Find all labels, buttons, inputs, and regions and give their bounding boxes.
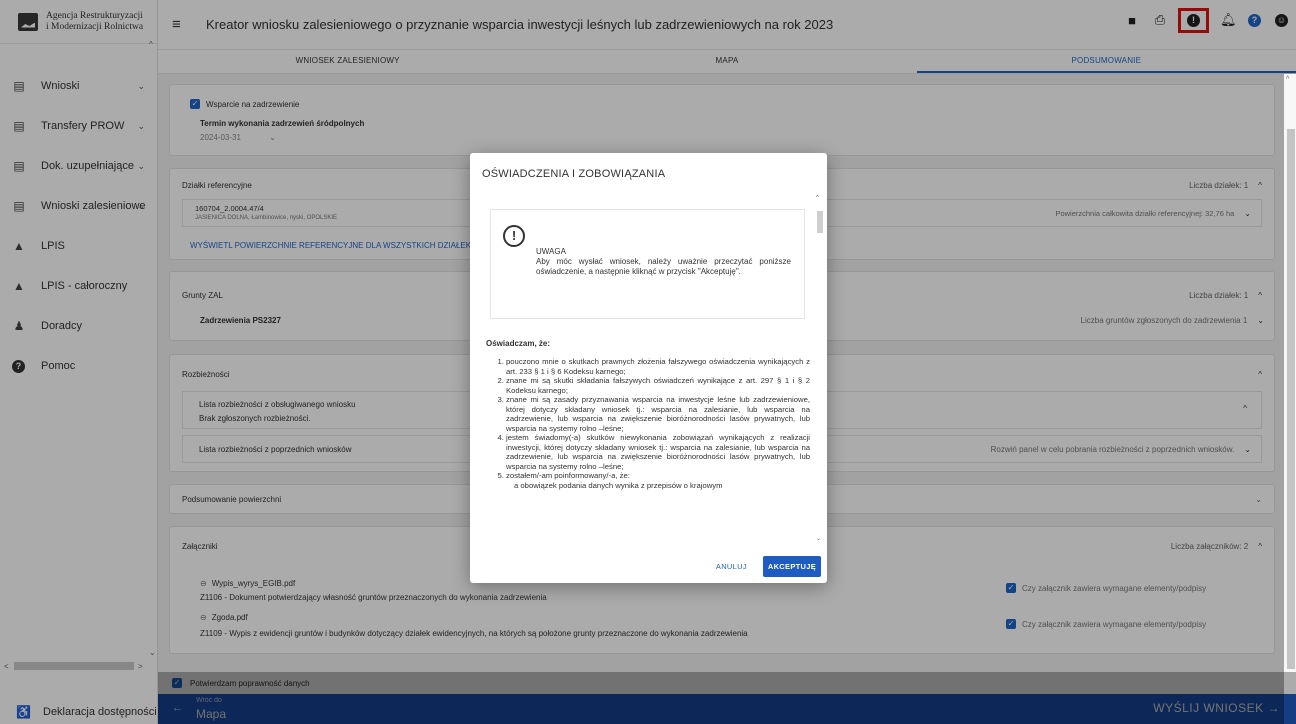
scroll-down-icon[interactable]: ⌄ xyxy=(816,535,821,542)
modal-backdrop-header[interactable] xyxy=(158,0,1296,74)
scroll-up-icon[interactable]: ^ xyxy=(816,195,819,201)
warning-title: UWAGA xyxy=(536,247,566,256)
declaration-item: znane mi są skutki składania fałszywych … xyxy=(506,376,810,395)
declaration-heading: Oświadczam, że: xyxy=(486,339,551,348)
exclamation-icon: ! xyxy=(503,225,525,247)
main-vertical-scrollbar[interactable]: ^ ⌄ xyxy=(1284,74,1296,694)
declaration-list: pouczono mnie o skutkach prawnych złożen… xyxy=(496,357,810,490)
declaration-item: zostałem/-am poinformowany/-a, że:a obow… xyxy=(506,471,810,490)
scroll-up-icon[interactable]: ^ xyxy=(1286,76,1289,83)
cancel-button[interactable]: ANULUJ xyxy=(710,557,753,576)
dialog-body: ! UWAGA Aby móc wysłać wniosek, należy u… xyxy=(478,197,818,552)
warning-box: ! UWAGA Aby móc wysłać wniosek, należy u… xyxy=(490,209,805,319)
declarations-dialog: OŚWIADCZENIA I ZOBOWIĄZANIA ! UWAGA Aby … xyxy=(470,153,827,583)
scrollbar-thumb[interactable] xyxy=(817,211,823,233)
scrollbar-thumb[interactable] xyxy=(1287,129,1295,669)
modal-backdrop-footer[interactable] xyxy=(158,672,1296,724)
declaration-item: znane mi są zasady przyznawania wsparcia… xyxy=(506,395,810,433)
modal-backdrop-sidebar[interactable] xyxy=(0,0,158,724)
declaration-subitem: a obowiązek podania danych wynika z prze… xyxy=(514,480,723,490)
accept-button[interactable]: AKCEPTUJĘ xyxy=(762,556,821,577)
declaration-item: pouczono mnie o skutkach prawnych złożen… xyxy=(506,357,810,376)
dialog-actions: ANULUJ AKCEPTUJĘ xyxy=(710,556,821,577)
dialog-title: OŚWIADCZENIA I ZOBOWIĄZANIA xyxy=(482,168,666,180)
declaration-item: jestem świadomy(-a) skutków niewykonania… xyxy=(506,433,810,471)
warning-text: Aby móc wysłać wniosek, należy uważnie p… xyxy=(536,257,791,276)
declaration-item-text: zostałem/-am poinformowany/-a, że: xyxy=(506,471,630,480)
dialog-scrollbar[interactable]: ^ ⌄ xyxy=(816,195,824,550)
